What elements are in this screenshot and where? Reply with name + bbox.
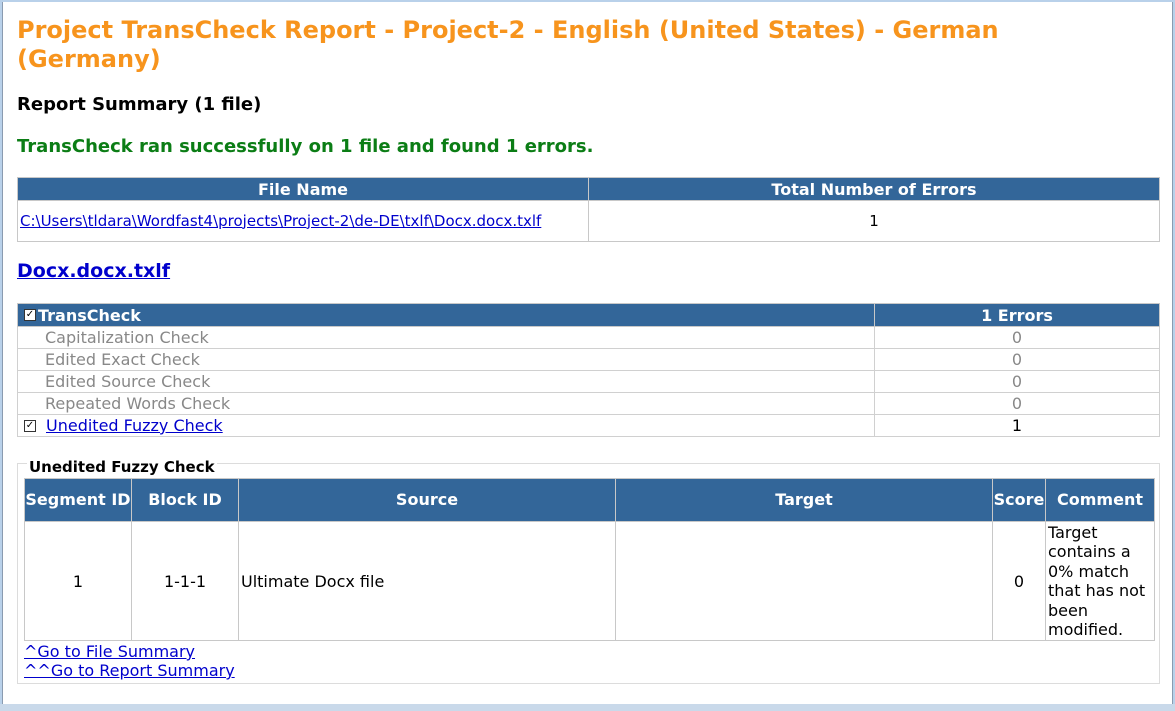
check-count: 0 (874, 326, 1160, 349)
transcheck-header-label: TransCheck (38, 305, 141, 325)
target-cell (615, 521, 993, 641)
file-heading-container: Docx.docx.txlf (17, 260, 170, 282)
target-column-header: Target (615, 478, 993, 522)
table-row: Capitalization Check 0 (17, 326, 1160, 349)
table-row: C:\Users\tldara\Wordfast4\projects\Proje… (17, 200, 1160, 242)
window-bottom-edge (0, 704, 1175, 711)
check-label: Capitalization Check (17, 326, 875, 349)
check-count: 0 (874, 392, 1160, 415)
file-path-link[interactable]: C:\Users\tldara\Wordfast4\projects\Proje… (20, 212, 541, 230)
navigation-links: ^Go to File Summary ^^Go to Report Summa… (24, 642, 235, 680)
file-summary-table: File Name Total Number of Errors C:\User… (17, 177, 1160, 242)
source-cell: Ultimate Docx file (238, 521, 616, 641)
checkbox-checked-icon[interactable]: ✓ (24, 419, 36, 432)
source-column-header: Source (238, 478, 616, 522)
file-table-header-row: File Name Total Number of Errors (17, 177, 1160, 201)
check-count: 1 (874, 414, 1160, 437)
file-heading-link[interactable]: Docx.docx.txlf (17, 260, 170, 282)
report-summary-heading: Report Summary (1 file) (17, 94, 262, 115)
table-row: Edited Source Check 0 (17, 370, 1160, 393)
file-name-cell: C:\Users\tldara\Wordfast4\projects\Proje… (17, 200, 589, 242)
total-errors-column-header: Total Number of Errors (588, 177, 1160, 201)
checkbox-checked-icon[interactable]: ✓ (24, 309, 36, 321)
check-label-cell: ✓ Unedited Fuzzy Check (17, 414, 875, 437)
segment-id-column-header: Segment ID (24, 478, 132, 522)
transcheck-table: ✓ TransCheck 1 Errors Capitalization Chec… (17, 303, 1160, 437)
unedited-fuzzy-check-link[interactable]: Unedited Fuzzy Check (46, 416, 223, 435)
go-to-report-summary-link[interactable]: ^^Go to Report Summary (24, 661, 235, 680)
check-count: 0 (874, 370, 1160, 393)
check-count: 0 (874, 348, 1160, 371)
unedited-fuzzy-check-section: Unedited Fuzzy Check Segment ID Block ID… (17, 458, 1160, 684)
section-legend: Unedited Fuzzy Check (27, 458, 217, 476)
table-row: ✓ Unedited Fuzzy Check 1 (17, 414, 1160, 437)
transcheck-error-count: 1 Errors (874, 303, 1160, 327)
comment-column-header: Comment (1045, 478, 1155, 522)
table-row: Edited Exact Check 0 (17, 348, 1160, 371)
check-label: Edited Source Check (17, 370, 875, 393)
fuzzy-header-row: Segment ID Block ID Source Target Score … (24, 478, 1155, 522)
file-errors-cell: 1 (588, 200, 1160, 242)
transcheck-header-cell: ✓ TransCheck (17, 303, 875, 327)
segment-id-cell: 1 (24, 521, 132, 641)
check-label: Edited Exact Check (17, 348, 875, 371)
block-id-column-header: Block ID (131, 478, 239, 522)
file-name-column-header: File Name (17, 177, 589, 201)
report-frame: Project TransCheck Report - Project-2 - … (2, 2, 1173, 704)
comment-cell: Target contains a 0% match that has not … (1045, 521, 1155, 641)
transcheck-header-row: ✓ TransCheck 1 Errors (17, 303, 1160, 327)
success-message: TransCheck ran successfully on 1 file an… (17, 136, 594, 157)
table-row: Repeated Words Check 0 (17, 392, 1160, 415)
score-cell: 0 (992, 521, 1046, 641)
block-id-cell: 1-1-1 (131, 521, 239, 641)
score-column-header: Score (992, 478, 1046, 522)
fuzzy-results-table: Segment ID Block ID Source Target Score … (24, 478, 1155, 641)
report-title: Project TransCheck Report - Project-2 - … (17, 16, 999, 73)
check-label: Repeated Words Check (17, 392, 875, 415)
go-to-file-summary-link[interactable]: ^Go to File Summary (24, 642, 195, 661)
table-row: 1 1-1-1 Ultimate Docx file 0 Target cont… (24, 521, 1155, 641)
